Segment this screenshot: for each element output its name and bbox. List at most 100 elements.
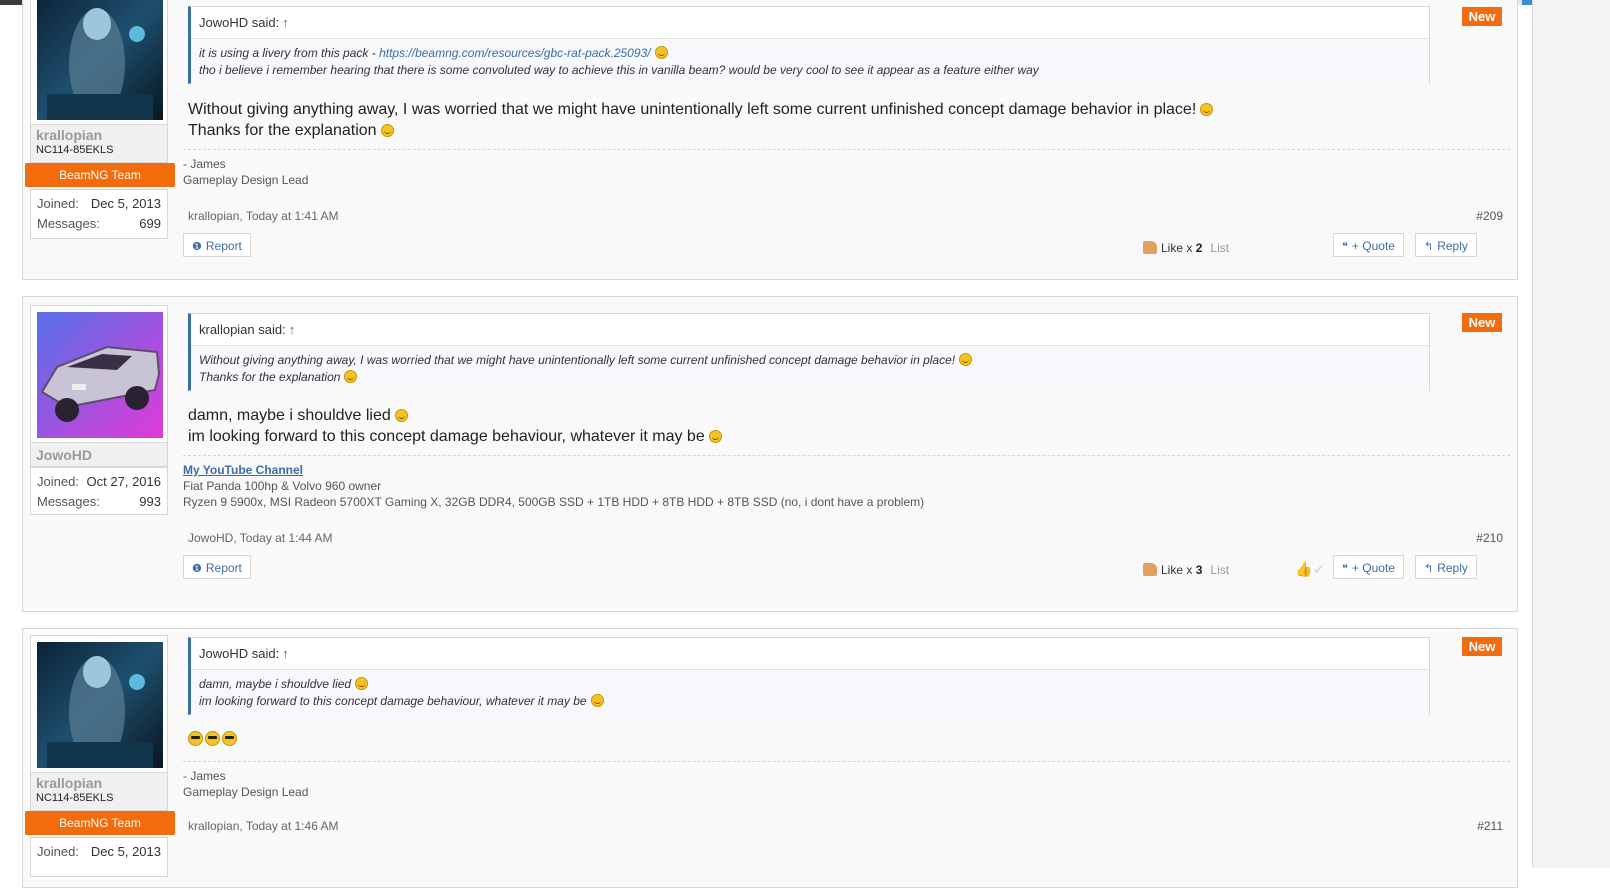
quote-line: Without giving anything away, I was worr… (199, 353, 956, 367)
quote-body: Without giving anything away, I was worr… (191, 346, 1429, 392)
reply-label: Reply (1437, 239, 1468, 253)
username[interactable]: JowoHD (36, 447, 92, 463)
new-badge: New (1462, 313, 1502, 332)
signature: - James Gameplay Design Lead (183, 149, 1510, 188)
user-title: NC114-85EKLS (36, 144, 114, 156)
like-button[interactable]: Like x 3 List (1143, 563, 1229, 577)
quote-jump-arrow[interactable]: ↑ (289, 322, 296, 337)
avatar-frame (30, 0, 168, 125)
reply-icon: ↰ (1424, 563, 1434, 575)
sunglasses-smiley-icon (188, 731, 203, 746)
post-211: krallopian NC114-85EKLS BeamNG Team Join… (22, 628, 1518, 888)
joined-value: Dec 5, 2013 (90, 196, 161, 211)
username[interactable]: krallopian (36, 127, 102, 143)
reply-button[interactable]: ↰ Reply (1415, 233, 1477, 257)
avatar[interactable] (37, 312, 163, 438)
quote-button[interactable]: ❝ + Quote (1333, 555, 1404, 579)
faded-check-icon[interactable]: ✔ (1313, 561, 1325, 578)
smiley-icon (394, 409, 408, 422)
message-line: Thanks for the explanation (188, 122, 377, 139)
post-author-date[interactable]: JowoHD, Today at 1:44 AM (188, 531, 333, 545)
signature-line: - James (183, 769, 226, 783)
quote-author: krallopian said: (199, 322, 286, 337)
username[interactable]: krallopian (36, 775, 102, 791)
report-button[interactable]: ❶ Report (183, 555, 251, 579)
report-label: Report (205, 239, 242, 253)
message-line: im looking forward to this concept damag… (188, 428, 705, 445)
post-content: JowoHD said: ↑ damn, maybe i shouldve lie… (183, 629, 1510, 889)
quote-block: krallopian said: ↑ Without giving anythin… (188, 313, 1430, 392)
quote-block: JowoHD said: ↑ damn, maybe i shouldve lie… (188, 637, 1430, 716)
signature-line: - James (183, 157, 226, 171)
messages-value: 699 (139, 216, 161, 231)
post-number[interactable]: #210 (1476, 531, 1503, 545)
user-stats: Joined: Oct 27, 2016 Messages: 993 (30, 467, 168, 515)
user-stats: Joined: Dec 5, 2013 (30, 837, 168, 877)
quote-label: + Quote (1351, 561, 1395, 575)
post-number[interactable]: #211 (1477, 819, 1503, 833)
avatar-frame (30, 635, 168, 773)
smiley-icon (654, 46, 668, 59)
quote-button[interactable]: ❝ + Quote (1333, 233, 1404, 257)
info-circle-icon: ❶ (192, 563, 202, 575)
like-list-link[interactable]: List (1210, 563, 1229, 577)
quote-link[interactable]: https://beamng.com/resources/gbc-rat-pac… (379, 46, 650, 60)
user-title: NC114-85EKLS (36, 792, 114, 804)
post-author-date[interactable]: krallopian, Today at 1:41 AM (188, 209, 339, 223)
info-circle-icon: ❶ (192, 241, 202, 253)
reply-button[interactable]: ↰ Reply (1415, 555, 1477, 579)
quote-line: tho i believe i remember hearing that th… (199, 63, 1039, 77)
joined-value: Dec 5, 2013 (90, 844, 161, 859)
quote-line: im looking forward to this concept damag… (199, 694, 587, 708)
quote-jump-arrow[interactable]: ↑ (282, 15, 289, 30)
signature-line: Fiat Panda 100hp & Volvo 960 owner (183, 479, 382, 493)
sunglasses-smiley-icon (222, 731, 237, 746)
message-body: Without giving anything away, I was worr… (188, 99, 1214, 141)
joined-value: Oct 27, 2016 (86, 474, 161, 489)
team-banner: BeamNG Team (25, 163, 175, 187)
joined-label: Joined: (37, 844, 79, 859)
post-content: krallopian said: ↑ Without giving anythin… (183, 297, 1510, 613)
sunglasses-smiley-icon (205, 731, 220, 746)
like-count: 2 (1195, 241, 1203, 255)
joined-label: Joined: (37, 196, 79, 211)
like-button[interactable]: Like x 2 List (1143, 241, 1229, 255)
avatar[interactable] (37, 0, 163, 120)
reply-icon: ↰ (1424, 241, 1434, 253)
like-list-link[interactable]: List (1210, 241, 1229, 255)
report-button[interactable]: ❶ Report (183, 233, 251, 257)
like-label: Like x (1161, 241, 1193, 255)
signature-line: Gameplay Design Lead (183, 785, 309, 799)
messages-label: Messages: (37, 494, 100, 509)
smiley-icon (708, 430, 722, 443)
quote-icon: ❝ (1342, 563, 1348, 575)
post-author-date[interactable]: krallopian, Today at 1:46 AM (188, 819, 339, 833)
faded-like-icon[interactable]: 👍 (1295, 561, 1312, 578)
smiley-icon (380, 124, 394, 137)
avatar-frame (30, 305, 168, 443)
reply-label: Reply (1437, 561, 1468, 575)
post-meta: krallopian, Today at 1:41 AM #209 (188, 209, 1503, 223)
user-stats: Joined: Dec 5, 2013 Messages: 699 (30, 189, 168, 239)
report-label: Report (205, 561, 242, 575)
quote-author: JowoHD said: (199, 15, 280, 30)
smiley-icon (590, 694, 604, 707)
post-content: JowoHD said: ↑ it is using a livery from … (183, 0, 1510, 281)
youtube-channel-link[interactable]: My YouTube Channel (183, 463, 303, 477)
signature: - James Gameplay Design Lead (183, 761, 1510, 800)
quote-label: + Quote (1351, 239, 1395, 253)
quote-icon: ❝ (1342, 241, 1348, 253)
message-line: Without giving anything away, I was worr… (188, 101, 1197, 118)
new-badge: New (1462, 7, 1502, 26)
post-number[interactable]: #209 (1476, 209, 1503, 223)
quote-line: Thanks for the explanation (199, 370, 341, 384)
messages-label: Messages: (37, 216, 100, 231)
team-banner: BeamNG Team (25, 811, 175, 835)
avatar[interactable] (37, 642, 163, 768)
quote-author: JowoHD said: (199, 646, 280, 661)
quote-jump-arrow[interactable]: ↑ (282, 646, 289, 661)
quote-body: it is using a livery from this pack - ht… (191, 39, 1429, 85)
post-210: JowoHD Joined: Oct 27, 2016 Messages: 993 … (22, 296, 1518, 612)
smiley-icon (1200, 103, 1214, 116)
messages-value: 993 (139, 494, 161, 509)
